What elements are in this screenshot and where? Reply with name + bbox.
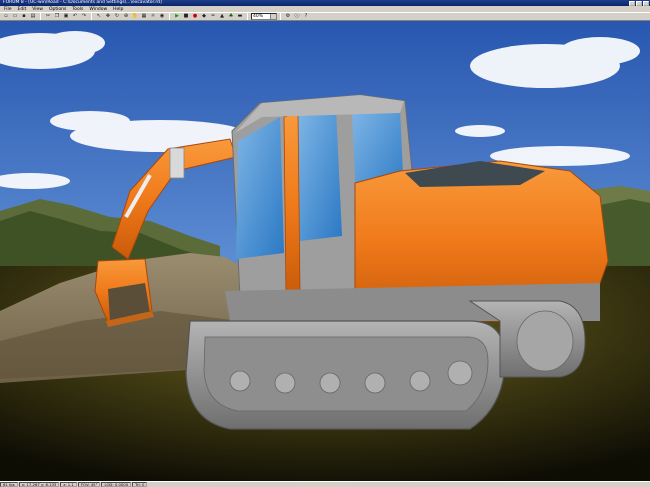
rotate-icon[interactable]: ↻ [113,13,121,20]
toolbar-separator [247,13,248,20]
settings-icon[interactable]: ⚙ [284,13,292,20]
menu-file[interactable]: File [4,7,12,12]
car-icon[interactable]: ▬ [236,13,244,20]
toolbar-separator [169,13,170,20]
toolbar-separator [91,13,92,20]
toolbar: ▫ ▭ ▪ ▤ ✂ ❐ ▣ ↶ ↷ ↖ ✥ ↻ ⊕ ✋ ▦ ☼ ◉ ▶ ■ ● … [0,12,650,21]
grid-icon[interactable]: ▦ [140,13,148,20]
record-icon[interactable]: ● [191,13,199,20]
print-icon[interactable]: ▤ [29,13,37,20]
undo-icon[interactable]: ↶ [71,13,79,20]
new-icon[interactable]: ▫ [2,13,10,20]
tree-icon[interactable]: ♣ [227,13,235,20]
paste-icon[interactable]: ▣ [62,13,70,20]
select-icon[interactable]: ↖ [95,13,103,20]
stop-icon[interactable]: ■ [182,13,190,20]
menu-edit[interactable]: Edit [18,7,27,12]
menu-view[interactable]: View [32,7,43,12]
zoom-icon[interactable]: ⊕ [122,13,130,20]
toolbar-separator [280,13,281,20]
maximize-button[interactable] [636,0,642,6]
application-window: FORUM 8 - [UC-win/Road - C:\Documents an… [0,0,650,487]
minimize-button[interactable] [629,0,635,6]
close-button[interactable] [643,0,649,6]
copy-icon[interactable]: ❐ [53,13,61,20]
scene-render [0,21,650,481]
window-title: FORUM 8 - [UC-win/Road - C:\Documents an… [3,0,162,5]
menu-window[interactable]: Window [89,7,107,12]
status-z: z: 1.1 [60,482,77,487]
pan-icon[interactable]: ✋ [131,13,139,20]
redo-icon[interactable]: ↷ [80,13,88,20]
status-fps: 61 fps [0,482,18,487]
info-icon[interactable]: ⓘ [293,13,301,20]
status-bar: 61 fps x: 17.267 y: 6.133 z: 1.1 FOV: 45… [0,481,650,487]
camera-icon[interactable]: ◉ [158,13,166,20]
menu-help[interactable]: Help [113,7,123,12]
move-icon[interactable]: ✥ [104,13,112,20]
menu-options[interactable]: Options [49,7,66,12]
terrain-icon[interactable]: ▲ [218,13,226,20]
road-icon[interactable]: ═ [209,13,217,20]
status-lod: LOD: 0.0000 [101,482,132,487]
status-triangles: Tri: 0 [132,482,148,487]
play-icon[interactable]: ▶ [173,13,181,20]
save-icon[interactable]: ▪ [20,13,28,20]
menu-tools[interactable]: Tools [72,7,83,12]
model-icon[interactable]: ◆ [200,13,208,20]
status-coordinates: x: 17.267 y: 6.133 [18,482,60,487]
toolbar-separator [40,13,41,20]
help-icon[interactable]: ? [302,13,310,20]
open-icon[interactable]: ▭ [11,13,19,20]
3d-viewport[interactable] [0,21,650,481]
status-fov: FOV: 45° [77,482,101,487]
cut-icon[interactable]: ✂ [44,13,52,20]
zoom-combo[interactable]: 40% [251,13,277,20]
light-icon[interactable]: ☼ [149,13,157,20]
